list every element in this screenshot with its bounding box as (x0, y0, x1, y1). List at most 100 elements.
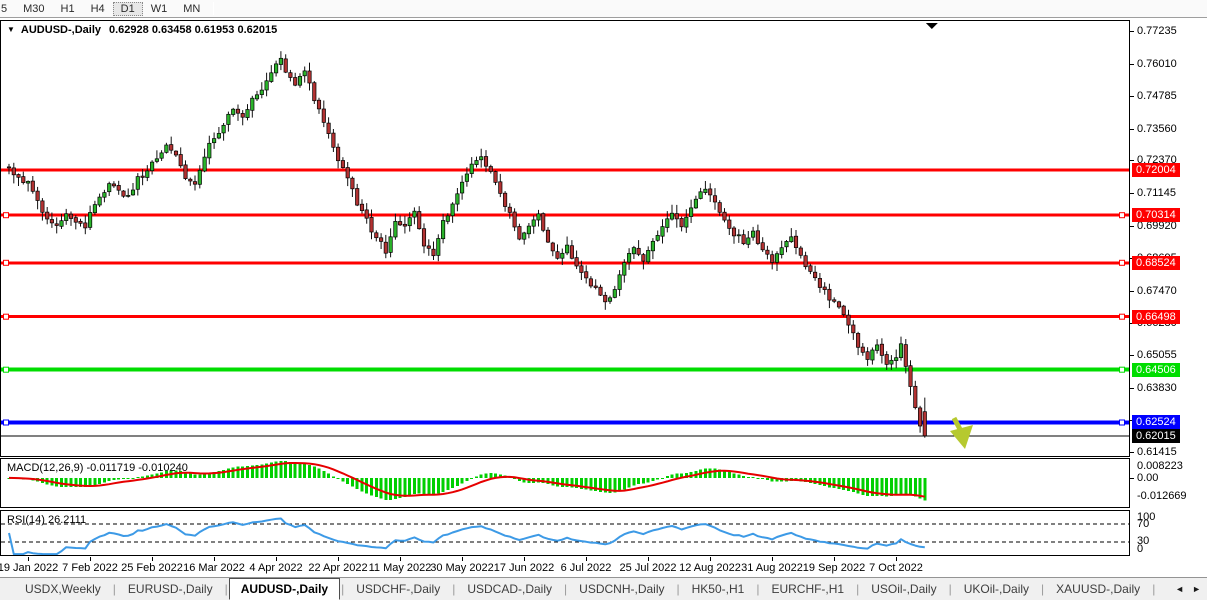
rsi-indicator-panel[interactable]: RSI(14) 26.2111 (0, 510, 1130, 556)
date-tick-mark (400, 557, 401, 561)
level-handle[interactable] (4, 420, 9, 425)
axis-tick-mark (1130, 452, 1134, 453)
date-tick-label: 6 Jul 2022 (561, 562, 612, 574)
axis-tick-mark (1130, 355, 1134, 356)
tab-scroll-left-button[interactable]: ◄ (1175, 584, 1184, 594)
chart-tab-ukoil-daily[interactable]: UKOil-,Daily (953, 579, 1040, 599)
level-handle[interactable] (4, 314, 9, 319)
level-handle[interactable] (1120, 420, 1125, 425)
chart-tab-eurchf-h1[interactable]: EURCHF-,H1 (760, 579, 855, 599)
macd-indicator-panel[interactable]: MACD(12,26,9) -0.011719 -0.010240 (0, 458, 1130, 508)
timeframe-button-w1[interactable]: W1 (143, 2, 176, 16)
price-axis-tick: 0.69920 (1137, 221, 1177, 232)
chart-tab-audusd-daily[interactable]: AUDUSD-,Daily (229, 578, 340, 600)
level-handle[interactable] (4, 367, 9, 372)
price-axis-tick: 0.76010 (1137, 59, 1177, 70)
axis-tick-mark (1130, 31, 1134, 32)
date-tick-mark (648, 557, 649, 561)
level-price-label: 0.70314 (1132, 208, 1180, 222)
chart-tab-usoil-daily[interactable]: USOil-,Daily (860, 579, 947, 599)
chart-tab-bar: USDX,Weekly|EURUSD-,Daily|AUDUSD-,Daily|… (0, 577, 1207, 600)
symbol-dropdown-icon[interactable]: ▼ (7, 25, 15, 34)
axis-tick-mark (1130, 129, 1134, 130)
level-price-label: 0.62524 (1132, 415, 1180, 429)
main-chart-panel[interactable]: ▼ AUDUSD-,Daily 0.62928 0.63458 0.61953 0.… (0, 20, 1130, 457)
chart-tab-eurusd-daily[interactable]: EURUSD-,Daily (117, 579, 224, 599)
level-handle[interactable] (4, 213, 9, 218)
chart-tab-usdcad-daily[interactable]: USDCAD-,Daily (456, 579, 563, 599)
date-tick-label: 31 Aug 2022 (741, 562, 803, 574)
date-tick-mark (462, 557, 463, 561)
level-price-label: 0.66498 (1132, 310, 1180, 324)
date-tick-label: 17 Jun 2022 (494, 562, 555, 574)
chart-symbol-period: AUDUSD-,Daily (21, 24, 101, 36)
date-tick-label: 19 Jan 2022 (0, 562, 58, 574)
timeframe-button-d1[interactable]: D1 (113, 2, 143, 16)
date-tick-mark (28, 557, 29, 561)
date-tick-label: 7 Oct 2022 (869, 562, 923, 574)
date-tick-label: 7 Feb 2022 (62, 562, 118, 574)
timeframe-button-mn[interactable]: MN (175, 2, 208, 16)
level-handle[interactable] (1120, 213, 1125, 218)
price-axis[interactable]: 0.772350.760100.747850.735600.723700.711… (1130, 20, 1207, 557)
date-tick-mark (152, 557, 153, 561)
price-axis-tick: 0.71145 (1137, 188, 1176, 199)
date-tick-label: 25 Jul 2022 (620, 562, 677, 574)
date-tick-mark (772, 557, 773, 561)
timeframe-button-5[interactable]: 5 (0, 2, 15, 16)
chart-title: ▼ AUDUSD-,Daily 0.62928 0.63458 0.61953 0.… (7, 24, 277, 36)
indicator-axis-tick: 70 (1137, 519, 1149, 530)
level-handle[interactable] (1120, 260, 1125, 265)
date-axis[interactable]: 19 Jan 20227 Feb 202225 Feb 202216 Mar 2… (0, 557, 1130, 577)
trading-terminal: 5M30H1H4D1W1MN ▼ AUDUSD-,Daily 0.62928 0.6… (0, 0, 1207, 600)
level-price-label: 0.64506 (1132, 363, 1180, 377)
level-handle[interactable] (1120, 314, 1125, 319)
chart-ohlc-values: 0.62928 0.63458 0.61953 0.62015 (109, 24, 277, 36)
level-handle[interactable] (4, 260, 9, 265)
chart-tab-usdx-weekly[interactable]: USDX,Weekly (14, 579, 112, 599)
macd-values: -0.011719 -0.010240 (86, 462, 187, 474)
level-price-label: 0.62015 (1132, 429, 1180, 443)
rsi-canvas[interactable] (1, 511, 1129, 555)
price-axis-tick: 0.65055 (1137, 350, 1177, 361)
candlesticks (7, 51, 926, 438)
date-tick-mark (896, 557, 897, 561)
timeframe-button-h1[interactable]: H1 (53, 2, 83, 16)
indicator-axis-tick: 0.008223 (1137, 461, 1183, 472)
date-tick-mark (834, 557, 835, 561)
macd-name: MACD(12,26,9) (7, 462, 83, 474)
bar-shift-marker-icon[interactable] (926, 23, 938, 29)
date-tick-mark (90, 557, 91, 561)
indicator-axis-tick: 0.00 (1137, 473, 1158, 484)
indicator-axis-tick: 0 (1137, 544, 1143, 555)
price-axis-tick: 0.63830 (1137, 383, 1177, 394)
chart-tab-usdcnh-daily[interactable]: USDCNH-,Daily (568, 579, 675, 599)
date-tick-label: 22 Apr 2022 (308, 562, 367, 574)
date-tick-label: 25 Feb 2022 (121, 562, 183, 574)
axis-tick-mark (1130, 388, 1134, 389)
level-price-label: 0.68524 (1132, 256, 1180, 270)
date-tick-label: 30 May 2022 (430, 562, 494, 574)
timeframe-button-m30[interactable]: M30 (15, 2, 52, 16)
indicator-axis-tick: -0.012669 (1137, 491, 1187, 502)
date-tick-label: 12 Aug 2022 (679, 562, 741, 574)
chart-tab-xauusd-daily[interactable]: XAUUSD-,Daily (1045, 579, 1151, 599)
price-chart-canvas[interactable] (1, 21, 1129, 456)
rsi-label: RSI(14) 26.2111 (7, 514, 86, 526)
macd-label: MACD(12,26,9) -0.011719 -0.010240 (7, 462, 188, 474)
tab-scroll-right-button[interactable]: ► (1192, 584, 1201, 594)
date-tick-mark (214, 557, 215, 561)
axis-tick-mark (1130, 478, 1134, 479)
date-tick-label: 4 Apr 2022 (249, 562, 302, 574)
chart-tab-usdchf-daily[interactable]: USDCHF-,Daily (345, 579, 451, 599)
date-tick-mark (276, 557, 277, 561)
price-axis-tick: 0.73560 (1137, 124, 1177, 135)
axis-tick-mark (1130, 291, 1134, 292)
timeframe-button-h4[interactable]: H4 (83, 2, 113, 16)
price-axis-tick: 0.74785 (1137, 91, 1177, 102)
level-handle[interactable] (1120, 367, 1125, 372)
chart-tab-hk50-h1[interactable]: HK50-,H1 (681, 579, 756, 599)
level-price-label: 0.72004 (1132, 163, 1180, 177)
rsi-value: 26.2111 (48, 514, 86, 526)
axis-tick-mark (1130, 226, 1134, 227)
